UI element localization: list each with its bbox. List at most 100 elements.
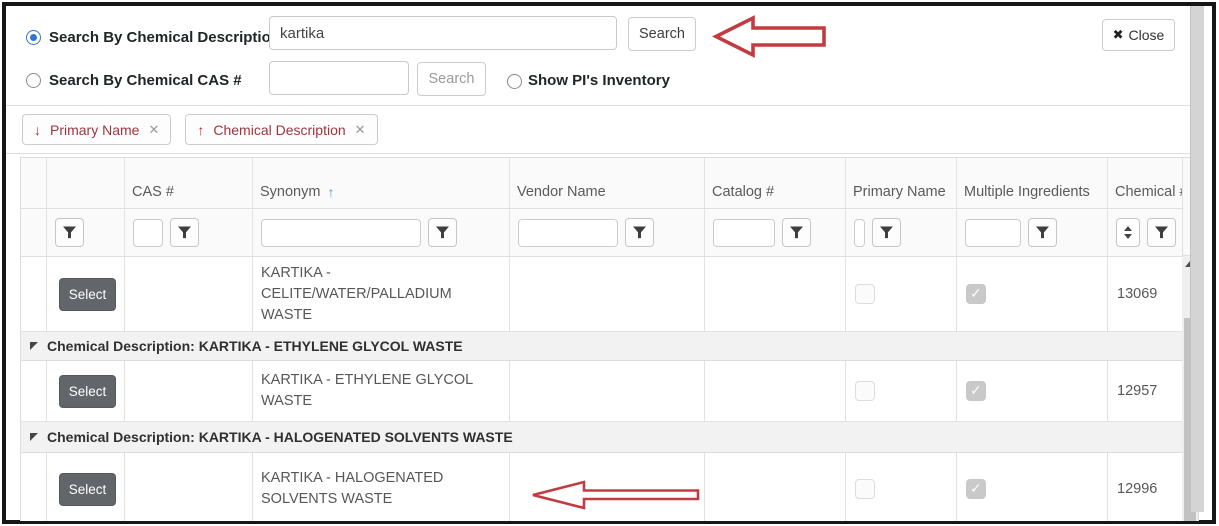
catalog-header-label: Catalog # [712,184,774,201]
description-search-input[interactable] [269,16,617,50]
search-by-cas-radio[interactable] [26,73,41,88]
cas-search-button[interactable]: Search [417,62,486,96]
chemical-number: 12957 [1108,383,1157,399]
search-panel: Search By Chemical Description Search Se… [6,6,1191,106]
show-pi-inventory-radio[interactable] [507,74,522,89]
filter-button[interactable] [1028,218,1057,247]
sort-chip-label: Chemical Description [213,122,345,138]
multiple-ingredients-checkbox [966,381,986,401]
chemical-number-column-header[interactable]: Chemical # [1108,158,1182,208]
cas-search-input[interactable] [269,61,409,95]
stepper-up-icon[interactable] [1124,226,1132,231]
close-button-label: Close [1129,27,1165,43]
catalog-column-header[interactable]: Catalog # [705,158,846,208]
funnel-icon [633,226,646,239]
vendor-cell [510,361,705,421]
synonym-column-header[interactable]: Synonym ↑ [253,158,510,208]
chemical-number-stepper[interactable] [1116,218,1140,247]
funnel-icon [1155,226,1168,239]
multiple-ingredients-filter-cell [957,209,1108,256]
sort-chip-label: Primary Name [50,122,139,138]
remove-sort-icon[interactable]: ✕ [355,122,366,138]
browser-scrollbar[interactable] [1190,6,1204,512]
vendor-column-header[interactable]: Vendor Name [510,158,705,208]
vendor-header-label: Vendor Name [517,184,606,201]
cas-header-label: CAS # [132,184,174,201]
select-button[interactable]: Select [59,278,116,311]
filter-button[interactable] [428,218,457,247]
group-indent-cell [21,361,47,421]
catalog-cell [705,257,846,331]
red-arrow-annotation-top [712,14,828,59]
primary-name-cell [846,257,957,331]
vendor-cell [510,257,705,331]
primary-name-filter-input[interactable] [854,219,865,247]
select-cell: Select [47,361,125,421]
chemical-number-filter-cell [1108,209,1182,256]
multiple-ingredients-header-label: Multiple Ingredients [964,184,1090,201]
multiple-ingredients-checkbox [966,284,986,304]
cas-filter-cell [125,209,253,256]
synonym-header-label: Synonym [260,184,320,201]
red-arrow-annotation-bottom [530,479,702,511]
select-button[interactable]: Select [59,473,116,506]
chemical-number-cell: 12957 [1108,361,1182,421]
close-icon: ✖ [1113,27,1124,43]
filter-button[interactable] [782,218,811,247]
grid-header-row: CAS # Synonym ↑ Vendor Name Catalog # Pr… [21,158,1182,209]
multiple-ingredients-cell [957,453,1108,521]
filter-button[interactable] [170,218,199,247]
filter-button[interactable] [1147,218,1176,247]
sort-ascending-icon: ↑ [197,122,204,138]
chemical-number-cell: 13069 [1108,257,1182,331]
cas-filter-input[interactable] [133,219,163,247]
group-header-label: Chemical Description: KARTIKA - ETHYLENE… [47,338,463,354]
vendor-filter-input[interactable] [518,219,618,247]
sort-chips-bar: ↓ Primary Name ✕ ↑ Chemical Description … [6,106,1191,154]
remove-sort-icon[interactable]: ✕ [148,122,159,138]
description-search-button[interactable]: Search [628,17,696,51]
group-header-row: Chemical Description: KARTIKA - HALOGENA… [21,422,1182,453]
primary-name-checkbox [855,284,875,304]
stepper-down-icon[interactable] [1124,234,1132,239]
primary-name-column-header[interactable]: Primary Name [846,158,957,208]
vendor-filter-cell [510,209,705,256]
funnel-icon [880,226,893,239]
sort-chip-chemical-description[interactable]: ↑ Chemical Description ✕ [185,114,377,145]
primary-name-cell [846,361,957,421]
cas-column-header[interactable]: CAS # [125,158,253,208]
select-filter-cell [47,209,125,256]
select-button[interactable]: Select [59,375,116,408]
filter-button[interactable] [55,218,84,247]
select-cell: Select [47,453,125,521]
select-cell: Select [47,257,125,331]
multiple-ingredients-cell [957,361,1108,421]
search-by-description-label: Search By Chemical Description [49,29,280,46]
search-by-description-radio[interactable] [26,30,41,45]
funnel-icon [436,226,449,239]
collapse-group-icon[interactable] [30,433,38,441]
close-button[interactable]: ✖ Close [1102,19,1175,51]
funnel-icon [63,226,76,239]
primary-name-filter-cell [846,209,957,256]
group-header-label: Chemical Description: KARTIKA - HALOGENA… [47,429,513,445]
synonym-text: KARTIKA - ETHYLENE GLYCOL WASTE [261,370,479,412]
synonym-filter-input[interactable] [261,219,421,247]
multiple-ingredients-column-header[interactable]: Multiple Ingredients [957,158,1108,208]
group-column-header [21,158,47,208]
funnel-icon [790,226,803,239]
synonym-cell: KARTIKA - HALOGENATED SOLVENTS WASTE [253,453,510,521]
collapse-group-icon[interactable] [30,342,38,350]
filter-button[interactable] [625,218,654,247]
sort-chip-primary-name[interactable]: ↓ Primary Name ✕ [22,114,171,145]
synonym-text: KARTIKA - CELITE/WATER/PALLADIUM WASTE [261,263,479,326]
cas-cell [125,257,253,331]
catalog-filter-input[interactable] [713,219,775,247]
sort-ascending-icon: ↑ [327,184,334,201]
sort-descending-icon: ↓ [34,122,41,138]
filter-button[interactable] [872,218,901,247]
multiple-ingredients-filter-input[interactable] [965,219,1021,247]
multiple-ingredients-cell [957,257,1108,331]
cas-cell [125,361,253,421]
primary-name-cell [846,453,957,521]
